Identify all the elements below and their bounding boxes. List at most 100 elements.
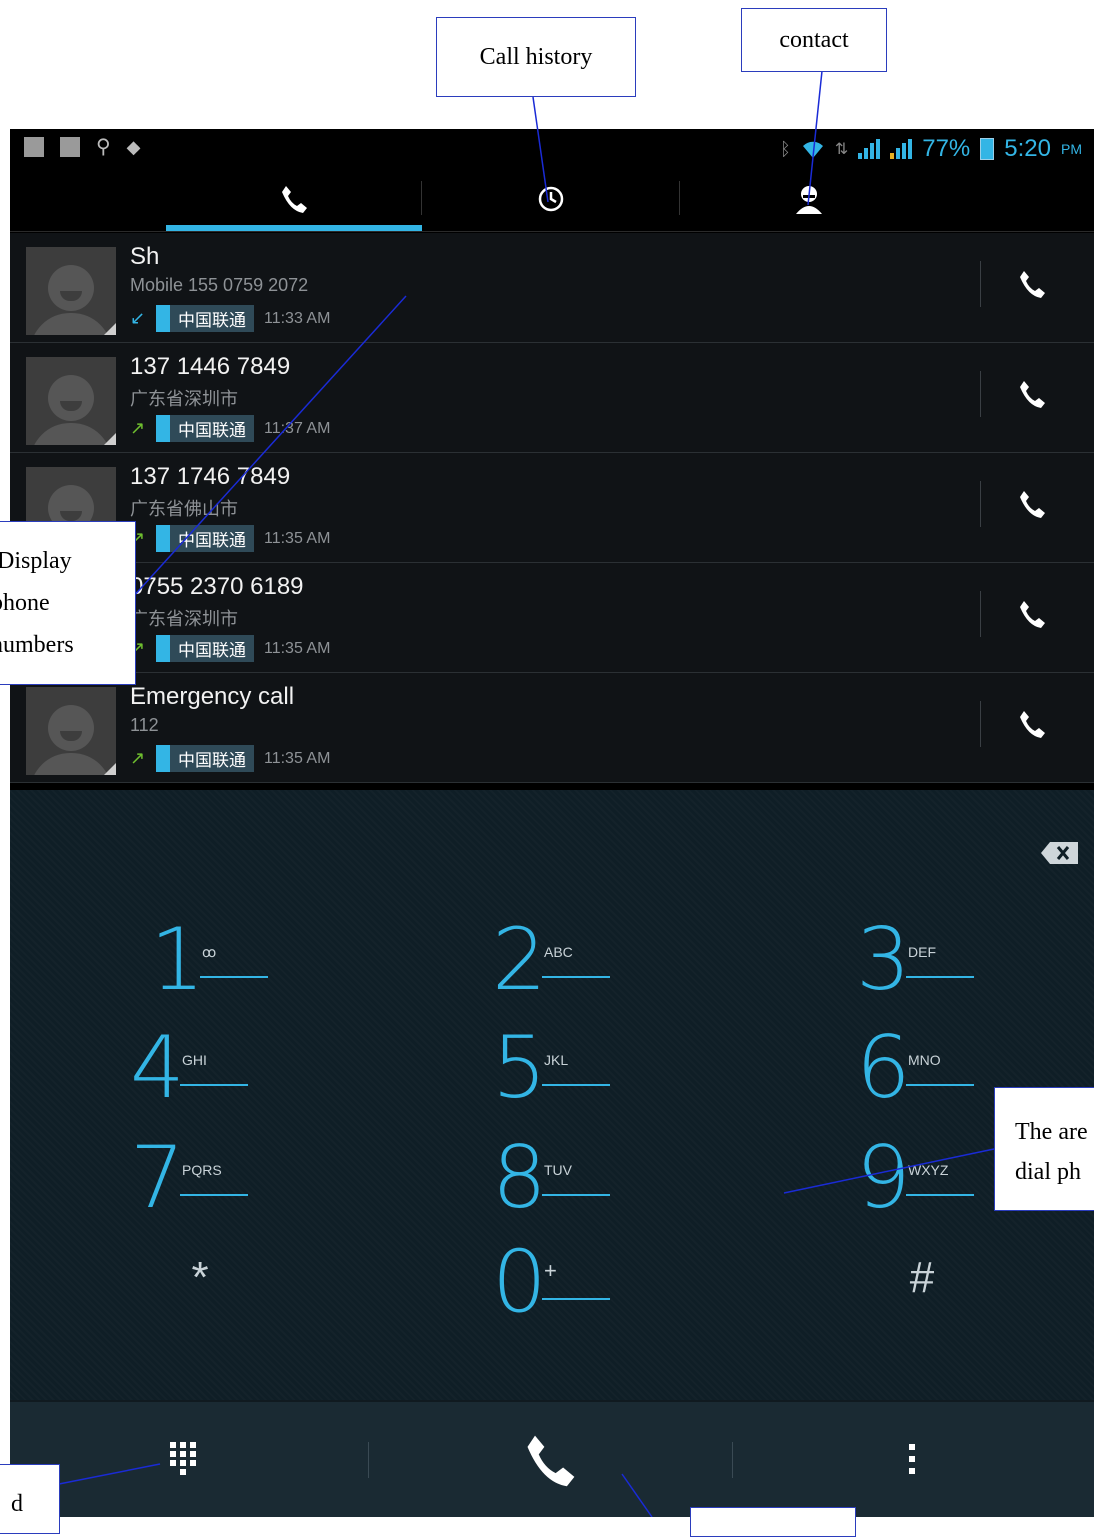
row-divider [980,591,981,637]
call-button[interactable] [520,1430,580,1495]
selected-tab-indicator [166,225,422,231]
key-underline [180,1084,248,1086]
key-letters: MNO [908,1052,941,1068]
caller-detail: 广东省深圳市 [130,609,238,629]
dialpad-key-3[interactable]: 3 DEF [856,910,1056,1010]
dialpad-key-star[interactable]: * [170,1248,230,1308]
call-log-list: Sh Mobile 155 0759 2072 ↙ 中国联通 11:33 AM … [10,233,1094,783]
row-divider [980,701,981,747]
key-letters: + [544,1258,557,1283]
call-back-button[interactable] [1012,587,1052,641]
caller-name: 0755 2370 6189 [130,573,304,600]
key-digit: 5 [492,1018,547,1118]
call-log-row[interactable]: 137 1746 7849 广东省佛山市 ↗ 中国联通 11:35 AM [10,453,1094,563]
dialpad-key-4[interactable]: 4 GHI [130,1018,330,1118]
key-digit: 7 [130,1128,185,1228]
caller-name: Emergency call [130,683,295,710]
battery-icon [980,138,995,160]
key-underline [906,976,974,978]
key-letters: GHI [182,1052,207,1068]
tab-dialpad[interactable] [166,167,422,231]
call-log-row[interactable]: Emergency call 112 ↗ 中国联通 11:35 AM [10,673,1094,783]
caller-name: Sh [130,243,160,270]
battery-percent: 77% [922,135,971,162]
overflow-menu-button[interactable] [908,1442,916,1481]
key-digit: 8 [492,1128,547,1228]
callout-text: Display [0,548,72,574]
key-digit: 3 [856,910,911,1010]
outgoing-call-icon: ↗ [130,418,146,438]
tab-call-log[interactable] [422,167,680,231]
person-icon [796,186,822,214]
key-digit: 0 [492,1232,547,1332]
call-log-row[interactable]: Sh Mobile 155 0759 2072 ↙ 中国联通 11:33 AM [10,233,1094,343]
phone-icon [1020,271,1045,298]
phone-icon [1020,601,1045,628]
call-back-button[interactable] [1012,477,1052,531]
tab-contacts[interactable] [680,167,938,231]
row-divider [980,371,981,417]
backspace-button[interactable] [1040,840,1080,871]
callout-call-history: Call history [436,17,636,97]
dialpad-key-2[interactable]: 2 ABC [492,910,692,1010]
callout-text: phone [0,590,50,616]
outgoing-call-icon: ↗ [130,748,146,768]
key-letters: ꝏ [202,944,217,960]
key-underline [542,976,610,978]
row-divider [980,261,981,307]
carrier-badge: 中国联通 [156,745,254,772]
dialpad-key-0[interactable]: 0 + [492,1232,692,1332]
dialpad-key-7[interactable]: 7 PQRS [130,1128,330,1228]
call-log-row[interactable]: 137 1446 7849 广东省深圳市 ↗ 中国联通 11:37 AM [10,343,1094,453]
action-divider [368,1442,369,1478]
avatar[interactable] [26,357,116,445]
signal-sim2-icon [890,139,913,159]
caller-name: 137 1446 7849 [130,353,291,380]
data-transfer-icon: ⇅ [834,141,849,158]
caller-detail: 广东省深圳市 [130,389,238,409]
call-meta: ↙ 中国联通 11:33 AM [130,305,330,332]
phone-icon [1020,711,1045,738]
key-digit: 6 [856,1018,911,1118]
avatar[interactable] [26,247,116,335]
call-back-button[interactable] [1012,257,1052,311]
android-debug-icon: ◆ [126,137,141,157]
call-back-button[interactable] [1012,697,1052,751]
key-underline [200,976,268,978]
row-divider [980,481,981,527]
avatar[interactable] [26,687,116,775]
key-letters: WXYZ [908,1162,949,1178]
dialpad-grid-icon [170,1442,196,1475]
key-letters: JKL [544,1052,569,1068]
dialpad-key-hash[interactable]: # [892,1248,952,1308]
dialpad-area: 1 ꝏ 2 ABC 3 DEF 4 GHI 5 JKL 6 MNO 7 PQRS… [10,790,1094,1400]
key-letters: PQRS [182,1162,222,1178]
dialer-action-bar [10,1400,1094,1517]
clock-time: 5:20 [1004,135,1051,162]
dialpad-key-5[interactable]: 5 JKL [492,1018,692,1118]
status-icons-left: ⚲ ◆ [24,137,141,157]
toggle-dialpad-button[interactable] [170,1442,196,1481]
carrier-badge: 中国联通 [156,525,254,552]
call-time: 11:35 AM [264,529,331,547]
key-letters: DEF [908,944,936,960]
status-bar: ⚲ ◆ ᛒ ⇅ 77% 5:20 PM [10,129,1094,167]
incoming-call-icon: ↙ [130,308,146,328]
usb-icon: ⚲ [96,136,111,158]
gallery-icon [60,137,80,157]
key-underline [542,1194,610,1196]
call-meta: ↗ 中国联通 11:35 AM [130,635,330,662]
call-icon [527,1435,575,1487]
bluetooth-icon: ᛒ [780,138,791,159]
wifi-icon [802,141,823,158]
status-icons-right: ᛒ ⇅ 77% 5:20 PM [780,135,1082,163]
dialpad-key-8[interactable]: 8 TUV [492,1128,692,1228]
callout-text: numbers [0,632,74,658]
dialpad-key-1[interactable]: 1 ꝏ [150,910,350,1010]
call-meta: ↗ 中国联通 11:35 AM [130,525,330,552]
key-underline [180,1194,248,1196]
caller-detail: 广东省佛山市 [130,499,238,519]
clock-ampm: PM [1061,141,1082,157]
call-back-button[interactable] [1012,367,1052,421]
call-log-row[interactable]: 0755 2370 6189 广东省深圳市 ↗ 中国联通 11:35 AM [10,563,1094,673]
